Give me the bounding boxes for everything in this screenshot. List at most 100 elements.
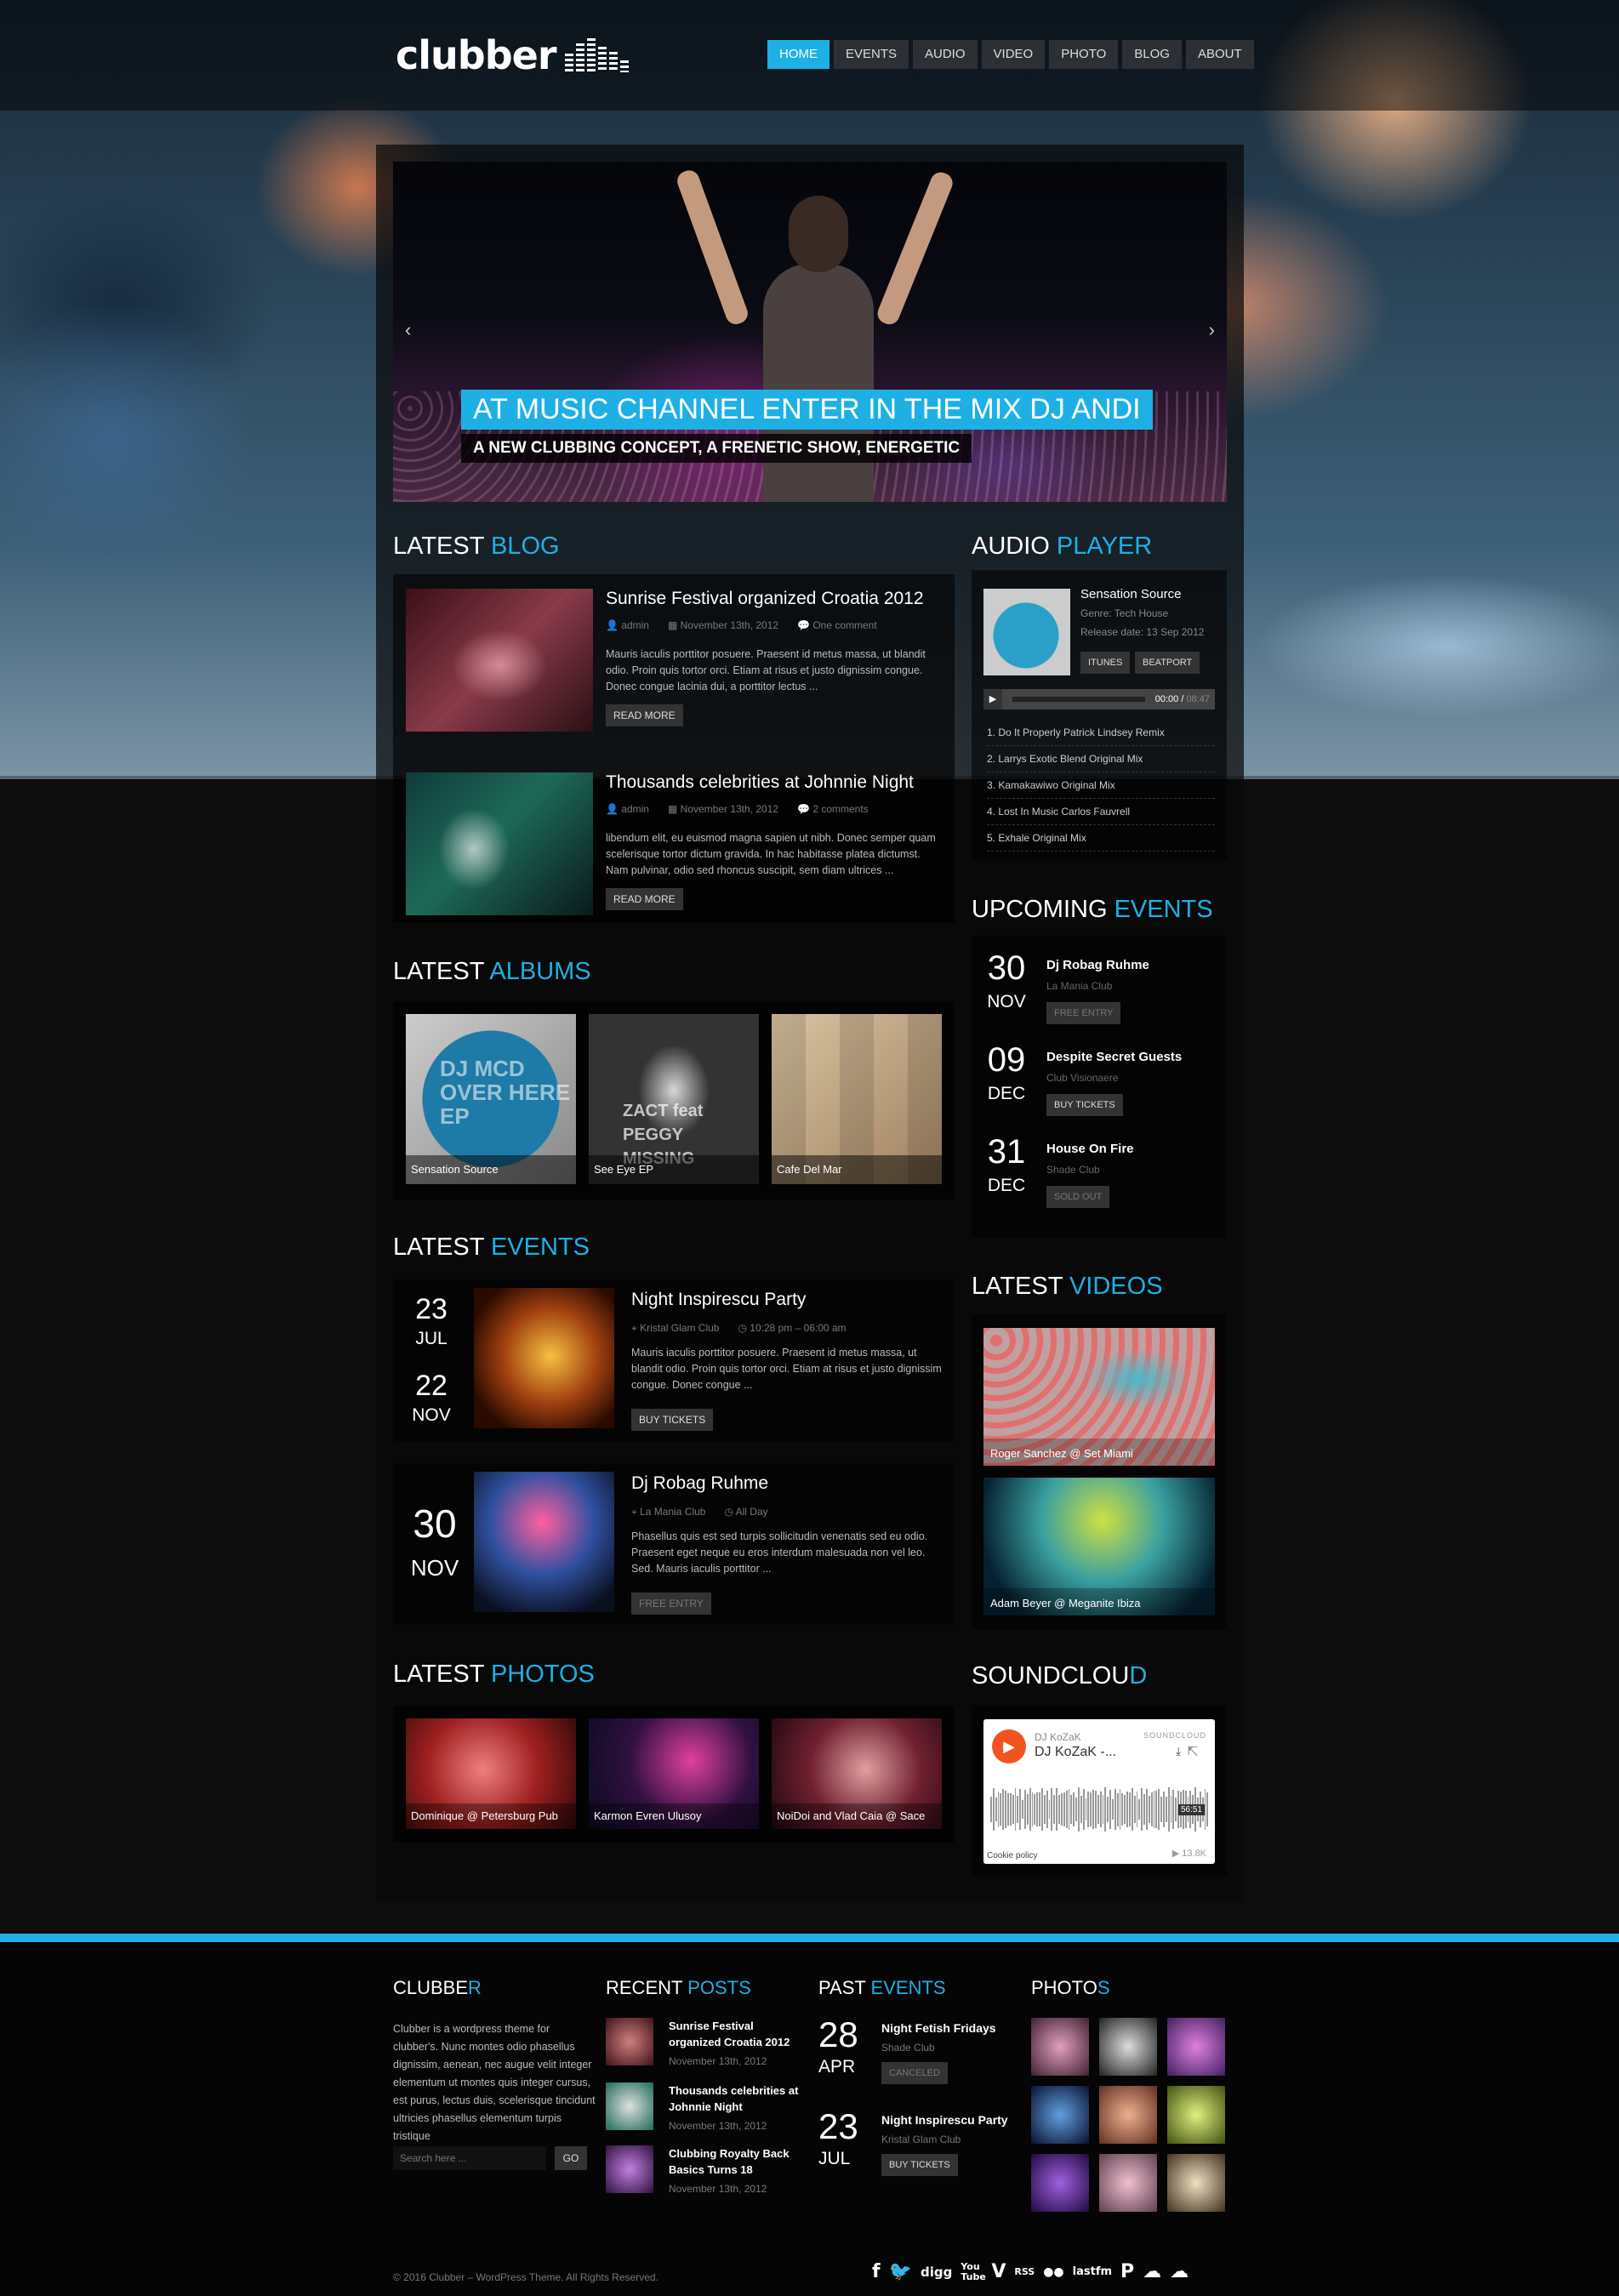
cloud-icon[interactable]: ☁ [1170,2261,1189,2282]
recent-post-title[interactable]: Clubbing Royalty Back Basics Turns 18 [669,2145,805,2178]
nav-audio[interactable]: AUDIO [913,40,978,69]
photo-card[interactable]: Karmon Evren Ulusoy [589,1718,759,1829]
youtube-icon[interactable]: You Tube [961,2261,985,2282]
waveform-bar [1146,1789,1148,1830]
track-item[interactable]: 3. Kamakawiwo Original Mix [987,772,1215,799]
footer-photo-thumb[interactable] [1167,2154,1225,2212]
upcoming-title[interactable]: House On Fire [1046,1142,1134,1156]
footer-photo-thumb[interactable] [1167,2018,1225,2076]
soundcloud-logo[interactable]: SOUNDCLOUD [1143,1731,1206,1740]
itunes-button[interactable]: ITUNES [1080,652,1131,674]
cookie-policy-link[interactable]: Cookie policy [987,1851,1037,1860]
buy-tickets-button[interactable]: BUY TICKETS [631,1409,714,1431]
nav-blog[interactable]: BLOG [1122,40,1182,69]
album-card[interactable]: DJ MCD OVER HERE EP Sensation Source [406,1014,576,1184]
soundcloud-icon[interactable]: ☁ [1143,2261,1161,2282]
recent-post-item: Clubbing Royalty Back Basics Turns 18 No… [606,2145,801,2207]
soundcloud-user[interactable]: DJ KoZaK [1035,1731,1081,1743]
search-go-button[interactable]: GO [555,2146,587,2170]
event-image[interactable] [474,1472,614,1612]
past-event-title[interactable]: Night Inspirescu Party [881,2113,1008,2127]
lastfm-icon[interactable]: lastfm [1073,2265,1112,2278]
author-icon: 👤 admin [606,619,649,631]
upcoming-events-panel: 30 NOV Dj Robag Ruhme La Mania Club FREE… [972,936,1227,1238]
event-month: NOV [410,1555,459,1581]
digg-icon[interactable]: digg [921,2265,952,2280]
nav-video[interactable]: VIDEO [981,40,1046,69]
blog-post: Thousands celebrities at Johnnie Night 👤… [406,772,954,934]
recent-post-thumb[interactable] [606,2018,653,2065]
slider-next-arrow-icon[interactable]: › [1209,319,1215,341]
event-title[interactable]: Night Inspirescu Party [631,1290,806,1310]
event-title[interactable]: Dj Robag Ruhme [631,1473,768,1494]
footer-photo-thumb[interactable] [1099,2154,1157,2212]
waveform-bar [1160,1796,1163,1823]
blog-post-title[interactable]: Thousands celebrities at Johnnie Night [606,772,914,793]
site-logo[interactable]: clubber [396,32,629,78]
buy-tickets-button[interactable]: BUY TICKETS [881,2154,958,2176]
soundcloud-play-icon[interactable]: ▶ [992,1729,1026,1763]
album-card[interactable]: ZACT feat PEGGY MISSING See Eye EP [589,1014,759,1184]
flickr-icon[interactable]: ●● [1043,2265,1063,2279]
waveform-bar [1170,1796,1172,1823]
upcoming-venue: Club Visionaere [1046,1072,1119,1084]
album-cover[interactable] [983,589,1070,675]
recent-post-title[interactable]: Sunrise Festival organized Croatia 2012 [669,2018,805,2050]
soundcloud-waveform[interactable] [990,1784,1209,1835]
waveform-bar [1034,1793,1036,1826]
event-image[interactable] [474,1288,614,1428]
waveform-bar [1002,1789,1005,1830]
album-card[interactable]: Cafe Del Mar [772,1014,942,1184]
footer-search-input[interactable] [393,2146,546,2170]
read-more-button[interactable]: READ MORE [606,704,683,726]
vimeo-icon[interactable]: V [991,2261,1006,2282]
video-card[interactable]: Roger Sanchez @ Set Miami [983,1328,1215,1466]
beatport-button[interactable]: BEATPORT [1135,652,1200,674]
footer-photo-thumb[interactable] [1031,2018,1089,2076]
pinterest-icon[interactable]: P [1120,2261,1134,2282]
comment-icon[interactable]: 💬 One comment [797,619,877,631]
slider-prev-arrow-icon[interactable]: ‹ [405,319,411,341]
download-share-icons[interactable]: ⤓⇱ [1176,1745,1205,1758]
upcoming-title[interactable]: Despite Secret Guests [1046,1050,1182,1064]
waveform-bar [1109,1790,1111,1829]
nav-photo[interactable]: PHOTO [1049,40,1119,69]
track-item[interactable]: 1. Do It Properly Patrick Lindsey Remix [987,720,1215,746]
comment-icon[interactable]: 💬 2 comments [797,803,869,815]
track-item[interactable]: 4. Lost In Music Carlos Fauvrell [987,799,1215,825]
footer-photo-thumb[interactable] [1167,2086,1225,2144]
nav-events[interactable]: EVENTS [834,40,909,69]
facebook-icon[interactable]: f [872,2261,881,2282]
soundcloud-track[interactable]: DJ KoZaK -... [1035,1745,1116,1760]
audio-progress-bar[interactable] [1012,697,1145,702]
photo-card[interactable]: Dominique @ Petersburg Pub [406,1718,576,1829]
twitter-icon[interactable]: 🐦 [889,2261,912,2282]
video-card[interactable]: Adam Beyer @ Meganite Ibiza [983,1478,1215,1615]
waveform-bar [1104,1787,1107,1832]
recent-post-title[interactable]: Thousands celebrities at Johnnie Night [669,2082,805,2115]
free-entry-button[interactable]: FREE ENTRY [1046,1002,1121,1024]
past-event-title[interactable]: Night Fetish Fridays [881,2021,996,2035]
read-more-button[interactable]: READ MORE [606,888,683,910]
waveform-bar [1014,1787,1017,1832]
track-item[interactable]: 2. Larrys Exotic Blend Original Mix [987,746,1215,772]
blog-post-image[interactable] [406,772,593,915]
free-entry-button[interactable]: FREE ENTRY [631,1592,711,1615]
footer-photo-thumb[interactable] [1031,2086,1089,2144]
recent-post-thumb[interactable] [606,2145,653,2193]
photo-card[interactable]: NoiDoi and Vlad Caia @ Sace [772,1718,942,1829]
buy-tickets-button[interactable]: BUY TICKETS [1046,1094,1123,1116]
nav-about[interactable]: ABOUT [1185,40,1254,69]
play-icon[interactable]: ▶ [983,689,1002,709]
footer-photo-thumb[interactable] [1099,2086,1157,2144]
rss-icon[interactable]: RSS [1014,2266,1035,2277]
upcoming-title[interactable]: Dj Robag Ruhme [1046,958,1149,972]
blog-post-image[interactable] [406,589,593,732]
nav-home[interactable]: HOME [767,40,829,69]
recent-post-thumb[interactable] [606,2082,653,2130]
hero-slider[interactable]: ‹ › AT MUSIC CHANNEL ENTER IN THE MIX DJ… [393,162,1227,502]
blog-post-title[interactable]: Sunrise Festival organized Croatia 2012 [606,589,924,609]
footer-photo-thumb[interactable] [1099,2018,1157,2076]
track-item[interactable]: 5. Exhale Original Mix [987,825,1215,852]
footer-photo-thumb[interactable] [1031,2154,1089,2212]
